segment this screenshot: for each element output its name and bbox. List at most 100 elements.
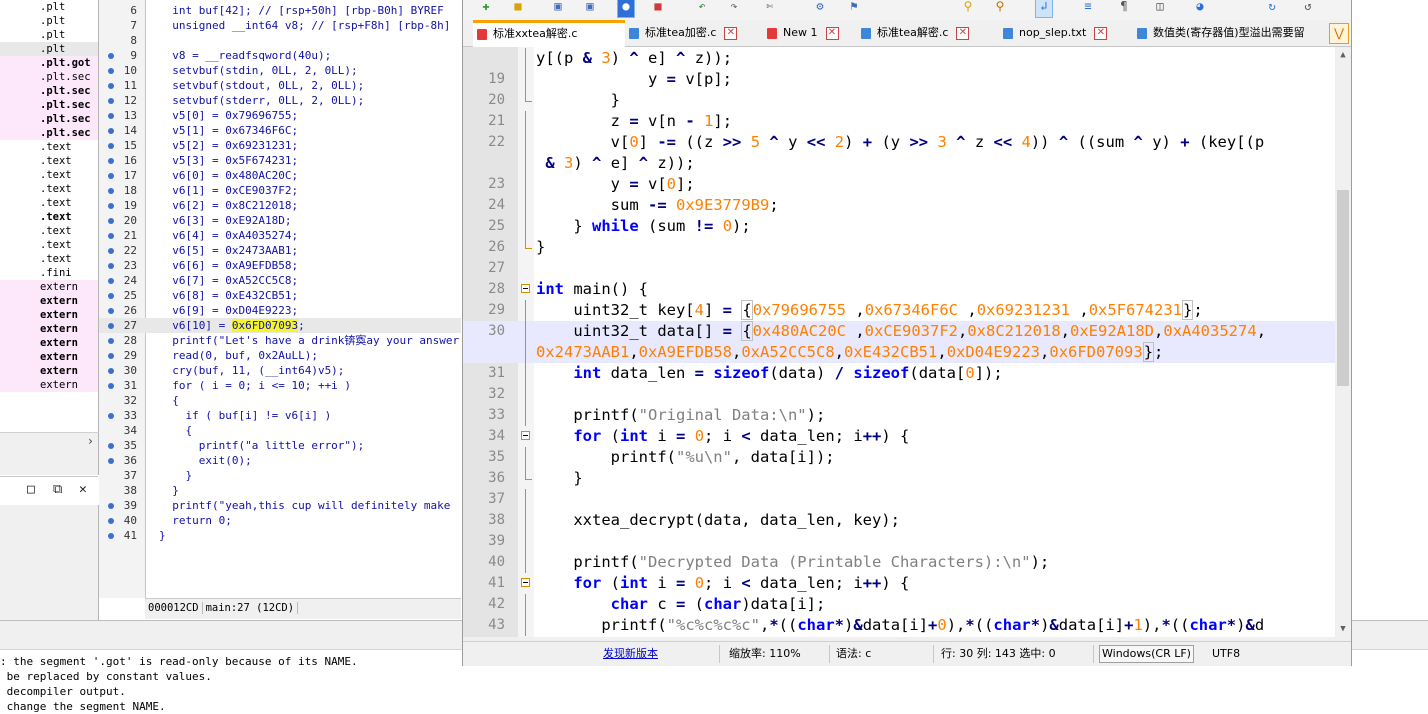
segment-row[interactable]: extern xyxy=(0,364,98,378)
line-ending-select[interactable]: Windows(CR LF) xyxy=(1099,645,1194,663)
decompiler-line[interactable]: 7 unsigned __int64 v8; // [rsp+F8h] [rbp… xyxy=(99,18,461,33)
tab-xxtea-decrypt[interactable]: 标准xxtea解密.c xyxy=(473,20,625,47)
segment-row[interactable]: extern xyxy=(0,308,98,322)
breakpoint-dot-icon[interactable] xyxy=(108,518,114,524)
chevron-down-icon[interactable]: ⋁ xyxy=(1329,23,1349,44)
decompiler-line[interactable]: 40 return 0; xyxy=(99,513,461,528)
decompiler-line[interactable]: 13 v5[0] = 0x79696755; xyxy=(99,108,461,123)
close-file-icon[interactable]: ● xyxy=(617,0,635,18)
tab-tea-decrypt[interactable]: 标准tea解密.c ✕ xyxy=(857,22,995,44)
breakpoint-dot-icon[interactable] xyxy=(108,503,114,509)
decompiler-line[interactable]: 25 v6[8] = 0xE432CB51; xyxy=(99,288,461,303)
new-file-icon[interactable]: ✚ xyxy=(477,0,495,14)
breakpoint-dot-icon[interactable] xyxy=(108,203,114,209)
decompiler-line[interactable]: 27 v6[10] = 0x6FD07093; xyxy=(99,318,461,333)
decompiler-line[interactable]: 18 v6[1] = 0xCE9037F2; xyxy=(99,183,461,198)
segment-row[interactable]: .text xyxy=(0,168,98,182)
close-tab-icon[interactable]: ✕ xyxy=(724,26,738,40)
decompiler-line[interactable]: 38 } xyxy=(99,483,461,498)
close-tab-icon[interactable]: ✕ xyxy=(825,26,839,40)
breakpoint-dot-icon[interactable] xyxy=(108,143,114,149)
scrollbar-thumb[interactable] xyxy=(1337,190,1349,386)
decompiler-line[interactable]: 10 setvbuf(stdin, 0LL, 2, 0LL); xyxy=(99,63,461,78)
breakpoint-dot-icon[interactable] xyxy=(108,458,114,464)
segment-row[interactable]: extern xyxy=(0,336,98,350)
close-tab-icon[interactable]: ✕ xyxy=(1094,26,1108,40)
segment-row[interactable]: .text xyxy=(0,140,98,154)
decompiler-line[interactable]: 33 if ( buf[i] != v6[i] ) xyxy=(99,408,461,423)
scroll-down-icon[interactable]: ▼ xyxy=(1335,621,1351,637)
redo-icon[interactable]: ↷ xyxy=(725,0,743,14)
segment-row[interactable]: .text xyxy=(0,252,98,266)
zoom-out-icon[interactable]: ⚲ xyxy=(991,0,1009,14)
segment-row[interactable]: extern xyxy=(0,322,98,336)
open-file-icon[interactable]: ■ xyxy=(509,0,527,14)
save-icon[interactable]: ▣ xyxy=(549,0,567,14)
breakpoint-dot-icon[interactable] xyxy=(108,218,114,224)
segment-row[interactable]: .plt.sec xyxy=(0,84,98,98)
breakpoint-dot-icon[interactable] xyxy=(108,443,114,449)
chevron-right-icon[interactable]: › xyxy=(87,433,94,449)
segment-row[interactable]: .text xyxy=(0,210,98,224)
breakpoint-dot-icon[interactable] xyxy=(108,413,114,419)
decompiler-line[interactable]: 32 { xyxy=(99,393,461,408)
segment-row[interactable]: .plt.sec xyxy=(0,112,98,126)
fold-toggle-icon[interactable] xyxy=(521,578,530,587)
maximize-icon[interactable]: □ xyxy=(27,482,35,498)
segment-row[interactable]: .plt xyxy=(0,42,98,56)
segment-row[interactable]: .text xyxy=(0,154,98,168)
segment-row[interactable]: .text xyxy=(0,182,98,196)
breakpoint-dot-icon[interactable] xyxy=(108,263,114,269)
breakpoint-dot-icon[interactable] xyxy=(108,248,114,254)
breakpoint-dot-icon[interactable] xyxy=(108,98,114,104)
segment-row[interactable]: .text xyxy=(0,238,98,252)
decompiler-line[interactable]: 39 printf("yeah,this cup will definitely… xyxy=(99,498,461,513)
breakpoint-dot-icon[interactable] xyxy=(108,533,114,539)
segment-row[interactable]: .plt.sec xyxy=(0,126,98,140)
indent-guide-icon[interactable]: ≡ xyxy=(1079,0,1097,14)
word-wrap-icon[interactable]: ↲ xyxy=(1035,0,1053,18)
run-macro-icon[interactable]: ↺ xyxy=(1299,0,1317,14)
tab-overflow-note[interactable]: 数值类(寄存器值)型溢出需要留 xyxy=(1133,22,1327,44)
breakpoint-dot-icon[interactable] xyxy=(108,53,114,59)
segment-row[interactable]: .fini xyxy=(0,266,98,280)
decompiler-line[interactable]: 19 v6[2] = 0x8C212018; xyxy=(99,198,461,213)
bookmark-icon[interactable]: ⚑ xyxy=(845,0,863,14)
fold-toggle-icon[interactable] xyxy=(521,431,530,440)
decompiler-line[interactable]: 12 setvbuf(stderr, 0LL, 2, 0LL); xyxy=(99,93,461,108)
close-all-icon[interactable]: ■ xyxy=(649,0,667,14)
show-all-chars-icon[interactable]: ¶ xyxy=(1115,0,1133,14)
code-editor[interactable]: y[(p & 3) ^ e] ^ z)); 19 y = v[p]; 20 } … xyxy=(463,47,1351,637)
segment-row[interactable]: .plt xyxy=(0,28,98,42)
segment-row[interactable]: extern xyxy=(0,294,98,308)
fold-toggle-icon[interactable] xyxy=(521,284,530,293)
breakpoint-dot-icon[interactable] xyxy=(108,158,114,164)
breakpoint-dot-icon[interactable] xyxy=(108,278,114,284)
scroll-up-icon[interactable]: ▲ xyxy=(1335,47,1351,63)
tab-tea-encrypt[interactable]: 标准tea加密.c ✕ xyxy=(625,22,761,44)
breakpoint-dot-icon[interactable] xyxy=(108,353,114,359)
decompiler-line[interactable]: 22 v6[5] = 0x2473AAB1; xyxy=(99,243,461,258)
decompiler-line[interactable]: 34 { xyxy=(99,423,461,438)
decompiler-line[interactable]: 28 printf("Let's have a drink锛寏ay your a… xyxy=(99,333,461,348)
decompiler-line[interactable]: 29 read(0, buf, 0x2AuLL); xyxy=(99,348,461,363)
zoom-in-icon[interactable]: ⚲ xyxy=(959,0,977,14)
segment-row[interactable]: .plt xyxy=(0,14,98,28)
breakpoint-dot-icon[interactable] xyxy=(108,338,114,344)
record-macro-icon[interactable]: ◕ xyxy=(1191,0,1209,14)
breakpoint-dot-icon[interactable] xyxy=(108,188,114,194)
new-version-link[interactable]: 发现新版本 xyxy=(603,643,658,665)
save-all-icon[interactable]: ▣ xyxy=(581,0,599,14)
decompiler-line[interactable]: 37 } xyxy=(99,468,461,483)
decompiler-line[interactable]: 35 printf("a little error"); xyxy=(99,438,461,453)
decompiler-line[interactable]: 11 setvbuf(stdout, 0LL, 2, 0LL); xyxy=(99,78,461,93)
decompiler-line[interactable]: 23 v6[6] = 0xA9EFDB58; xyxy=(99,258,461,273)
breakpoint-dot-icon[interactable] xyxy=(108,173,114,179)
breakpoint-dot-icon[interactable] xyxy=(108,383,114,389)
segment-row[interactable]: extern xyxy=(0,280,98,294)
segment-row[interactable]: .plt.got xyxy=(0,56,98,70)
tab-nop-slep[interactable]: nop_slep.txt ✕ xyxy=(999,22,1129,44)
editor-vertical-scrollbar[interactable]: ▲ ▼ xyxy=(1335,47,1351,637)
breakpoint-dot-icon[interactable] xyxy=(108,323,114,329)
breakpoint-dot-icon[interactable] xyxy=(108,233,114,239)
